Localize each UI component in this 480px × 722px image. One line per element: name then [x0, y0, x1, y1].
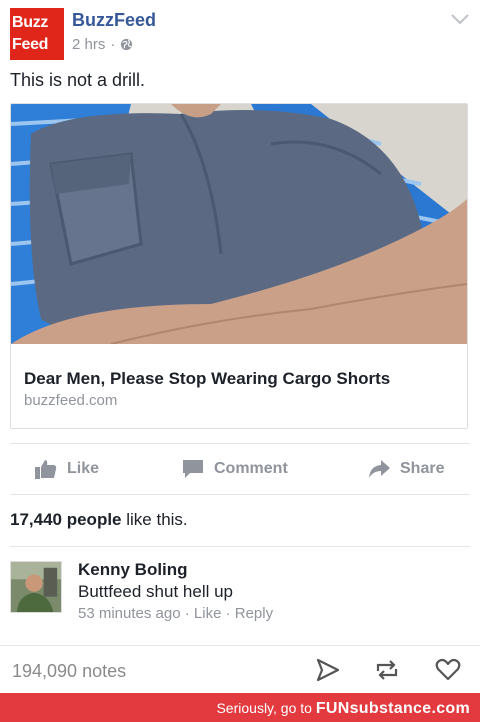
- post-time[interactable]: 2 hrs: [72, 36, 105, 53]
- likes-summary: 17,440 people like this.: [10, 510, 188, 530]
- logo-line-1: Buzz: [12, 14, 49, 31]
- avatar[interactable]: [10, 561, 62, 613]
- logo-line-2: Feed: [12, 36, 49, 53]
- likes-count[interactable]: 17,440 people: [10, 510, 122, 529]
- meta-separator: ·: [110, 36, 116, 53]
- link-image[interactable]: [11, 104, 467, 344]
- like-label: Like: [67, 460, 100, 477]
- reblog-icon[interactable]: [374, 658, 400, 682]
- comment-meta[interactable]: 53 minutes ago · Like · Reply: [78, 605, 273, 622]
- comment: Kenny Boling Buttfeed shut hell up 53 mi…: [10, 560, 470, 628]
- link-title[interactable]: Dear Men, Please Stop Wearing Cargo Shor…: [24, 369, 390, 389]
- post-header: Buzz Feed BuzzFeed 2 hrs ·: [10, 8, 470, 60]
- send-icon[interactable]: [315, 658, 341, 682]
- link-domain: buzzfeed.com: [24, 392, 118, 409]
- comment-label: Comment: [214, 460, 288, 477]
- share-label: Share: [400, 460, 445, 477]
- thumbs-up-icon: [35, 460, 57, 479]
- like-button[interactable]: Like: [35, 459, 99, 479]
- footer-brand[interactable]: FUNsubstance.com: [316, 700, 470, 717]
- share-button[interactable]: Share: [368, 459, 444, 479]
- footer-prefix: Seriously, go to: [216, 700, 316, 716]
- comment-icon: [183, 460, 203, 478]
- chevron-down-icon[interactable]: [450, 12, 470, 26]
- footer-text: Seriously, go to FUNsubstance.com: [216, 700, 470, 718]
- likes-suffix: like this.: [121, 510, 188, 529]
- buzzfeed-logo[interactable]: Buzz Feed: [10, 8, 64, 60]
- post-meta: 2 hrs ·: [72, 36, 133, 53]
- share-arrow-icon: [369, 460, 390, 478]
- tumblr-bar: 194,090 notes: [0, 645, 480, 693]
- notes-count[interactable]: 194,090 notes: [12, 661, 126, 682]
- link-card[interactable]: Dear Men, Please Stop Wearing Cargo Shor…: [10, 103, 468, 429]
- comment-button[interactable]: Comment: [182, 459, 288, 479]
- heart-icon[interactable]: [435, 658, 461, 682]
- comment-divider: [10, 546, 470, 547]
- commenter-name[interactable]: Kenny Boling: [78, 560, 188, 580]
- comment-text: Buttfeed shut hell up: [78, 582, 234, 601]
- post-text: This is not a drill.: [10, 70, 146, 90]
- globe-icon: [121, 38, 133, 51]
- action-bar: Like Comment Share: [10, 443, 470, 495]
- footer-banner: Seriously, go to FUNsubstance.com: [0, 693, 480, 722]
- page-name[interactable]: BuzzFeed: [72, 10, 156, 31]
